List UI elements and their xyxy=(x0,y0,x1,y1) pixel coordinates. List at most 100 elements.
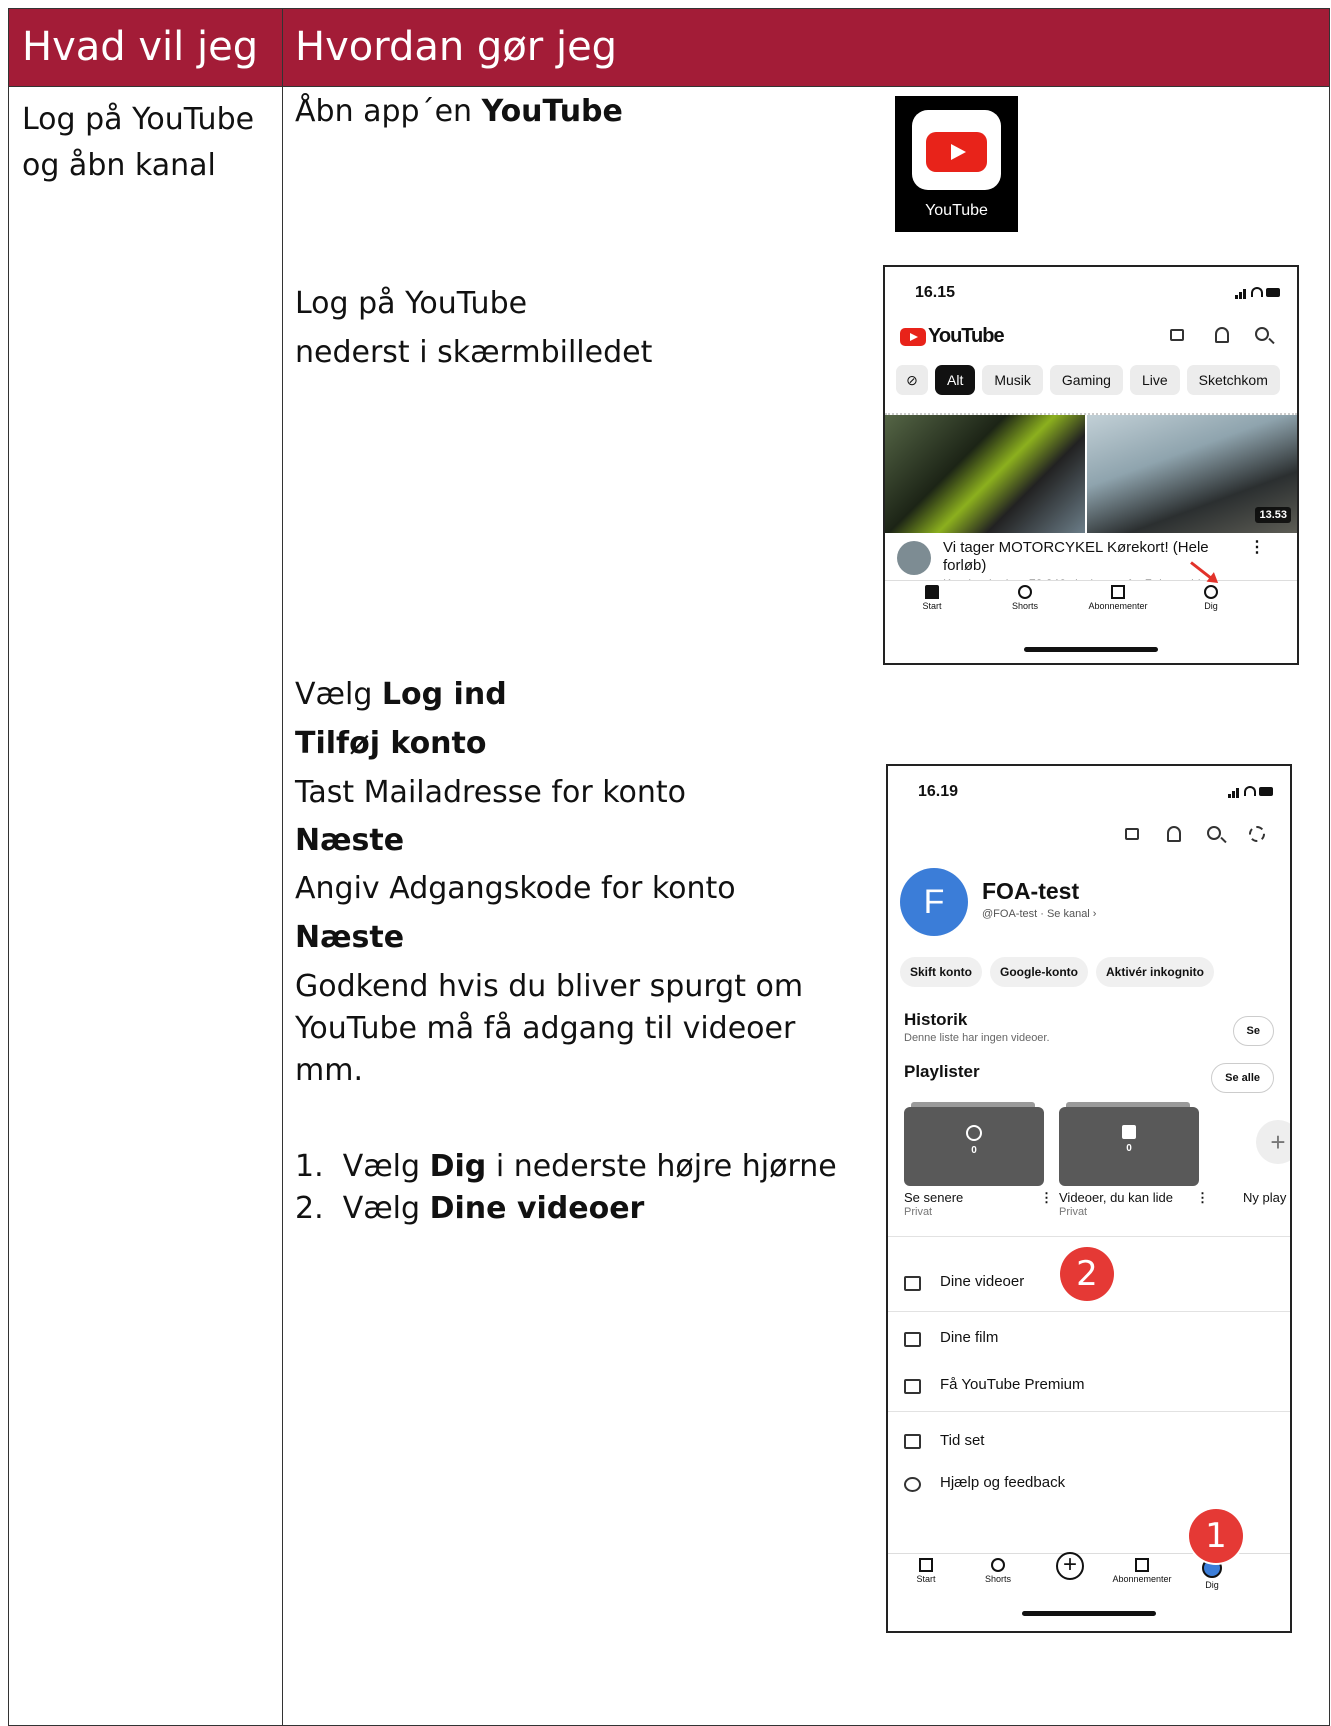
category-chips: ⊘ Alt Musik Gaming Live Sketchkom xyxy=(896,365,1287,395)
account-chips: Skift konto Google-konto Aktivér inkognito xyxy=(900,957,1222,987)
more-options-icon[interactable]: ⋮ xyxy=(1196,1190,1209,1206)
nav-create[interactable] xyxy=(1030,1552,1110,1582)
nav-subscriptions-label: Abonnementer xyxy=(1112,1574,1172,1584)
youtube-logo: YouTube xyxy=(900,325,1005,348)
signal-bar xyxy=(1243,289,1246,299)
chip-live[interactable]: Live xyxy=(1129,365,1180,395)
chip-gaming[interactable]: Gaming xyxy=(1049,365,1123,395)
step-next-2-bold: Næste xyxy=(295,920,405,955)
playlists-title: Playlister xyxy=(904,1062,980,1081)
step-next-2: Næste xyxy=(295,915,404,961)
premium-icon xyxy=(904,1379,921,1394)
new-playlist-label[interactable]: Ny play xyxy=(1243,1190,1286,1205)
cast-icon[interactable] xyxy=(1170,329,1184,341)
nav-dig[interactable]: Dig xyxy=(1171,585,1251,611)
new-playlist-plus-icon[interactable]: + xyxy=(1256,1120,1290,1164)
profile-avatar[interactable]: F xyxy=(900,868,968,936)
divider xyxy=(888,1236,1290,1237)
bell-icon[interactable] xyxy=(1215,327,1229,343)
chip-musik[interactable]: Musik xyxy=(982,365,1043,395)
time-watched-chart-icon xyxy=(904,1434,921,1449)
bell-icon[interactable] xyxy=(1167,826,1181,842)
signal-bar xyxy=(1236,788,1239,798)
list-item-2-number: 2. xyxy=(295,1191,324,1226)
playlist-title: Se senere xyxy=(904,1190,964,1205)
home-icon xyxy=(919,1558,933,1572)
step-enter-password: Angiv Adgangskode for konto xyxy=(295,871,736,906)
nav-shorts[interactable]: Shorts xyxy=(985,585,1065,611)
step-choose-login: Vælg Log ind xyxy=(295,672,507,718)
nav-shorts[interactable]: Shorts xyxy=(958,1558,1038,1584)
divider xyxy=(888,1411,1290,1412)
chip-sketchkom[interactable]: Sketchkom xyxy=(1186,365,1280,395)
video-title[interactable]: Vi tager MOTORCYKEL Kørekort! (Hele forl… xyxy=(943,539,1233,575)
nav-subscriptions-label: Abonnementer xyxy=(1088,601,1148,611)
table-header: Hvad vil jeg Hvordan gør jeg xyxy=(9,9,1329,87)
play-icon xyxy=(926,132,987,172)
step-add-account: Tilføj konto xyxy=(295,721,486,767)
more-options-icon[interactable]: ⋮ xyxy=(1040,1190,1053,1206)
nav-start[interactable]: Start xyxy=(892,585,972,611)
switch-account-button[interactable]: Skift konto xyxy=(900,957,982,987)
divider xyxy=(888,1311,1290,1312)
list-item-2-text: Vælg xyxy=(342,1191,430,1226)
playlist-watch-later[interactable]: 0 xyxy=(904,1107,1044,1186)
playlist-privacy: Privat xyxy=(904,1206,933,1218)
list-item-1-bold: Dig xyxy=(429,1149,487,1184)
subscriptions-icon xyxy=(1111,585,1125,599)
step-approve-2: YouTube må få adgang til videoer xyxy=(295,1011,796,1046)
menu-your-films[interactable]: Dine film xyxy=(940,1329,998,1346)
history-title: Historik xyxy=(904,1010,968,1029)
profile-handle[interactable]: @FOA-test · Se kanal › xyxy=(982,908,1096,920)
step-badge-2: 2 xyxy=(1060,1247,1114,1301)
signal-icon xyxy=(1228,794,1231,798)
search-icon[interactable] xyxy=(1255,327,1269,341)
nav-start[interactable]: Start xyxy=(888,1558,966,1584)
settings-gear-icon[interactable] xyxy=(1249,826,1265,842)
shorts-icon xyxy=(991,1558,1005,1572)
nav-dig-label: Dig xyxy=(1204,601,1218,611)
playlist-liked-videos[interactable]: 0 xyxy=(1059,1107,1199,1186)
cast-icon[interactable] xyxy=(1125,828,1139,840)
task-cell: Log på YouTube og åbn kanal xyxy=(22,97,254,189)
nav-start-label: Start xyxy=(922,601,942,611)
playlist-privacy: Privat xyxy=(1059,1206,1088,1218)
google-account-button[interactable]: Google-konto xyxy=(990,957,1088,987)
film-icon xyxy=(904,1332,921,1347)
search-icon[interactable] xyxy=(1207,826,1221,840)
nav-shorts-label: Shorts xyxy=(1011,601,1038,611)
playlist-count: 0 xyxy=(1126,1143,1132,1154)
menu-time-watched[interactable]: Tid set xyxy=(940,1432,984,1449)
step-open-app: Åbn app´en YouTube xyxy=(295,89,623,135)
status-icons xyxy=(1235,287,1280,299)
step-approve-1: Godkend hvis du bliver spurgt om xyxy=(295,969,804,1004)
list-item-1: 1. Vælg Dig i nederste højre hjørne xyxy=(295,1144,837,1190)
nav-subscriptions[interactable]: Abonnementer xyxy=(1102,1558,1182,1584)
list-item-1-number: 1. xyxy=(295,1149,324,1184)
header-col-how: Hvordan gør jeg xyxy=(295,24,618,70)
menu-get-premium[interactable]: Få YouTube Premium xyxy=(940,1376,1085,1393)
step-login-2: nederst i skærmbilledet xyxy=(295,335,653,370)
menu-your-videos[interactable]: Dine videoer xyxy=(940,1273,1024,1290)
step-login-1: Log på YouTube xyxy=(295,286,528,321)
history-see-button[interactable]: Se xyxy=(1232,1016,1274,1046)
incognito-button[interactable]: Aktivér inkognito xyxy=(1096,957,1215,987)
nav-subscriptions[interactable]: Abonnementer xyxy=(1078,585,1158,611)
battery-icon xyxy=(1259,787,1273,796)
step-next-1-bold: Næste xyxy=(295,823,405,858)
playlists-see-all-button[interactable]: Se alle xyxy=(1211,1063,1274,1093)
task-line-2: og åbn kanal xyxy=(22,148,216,183)
step-next-1: Næste xyxy=(295,818,404,864)
chip-alt[interactable]: Alt xyxy=(935,365,976,395)
video-thumbnail[interactable]: 13.53 xyxy=(885,405,1297,533)
playlist-count: 0 xyxy=(971,1145,977,1156)
nav-dig-label: Dig xyxy=(1205,1580,1219,1590)
wifi-icon xyxy=(1251,287,1263,297)
wifi-icon xyxy=(1244,786,1256,796)
list-item-1-text: Vælg xyxy=(342,1149,430,1184)
channel-avatar[interactable] xyxy=(897,541,931,575)
explore-compass-icon[interactable]: ⊘ xyxy=(896,365,928,395)
list-item-1-rest: i nederste højre hjørne xyxy=(486,1149,837,1184)
more-options-icon[interactable]: ⋮ xyxy=(1249,537,1265,557)
menu-help-feedback[interactable]: Hjælp og feedback xyxy=(940,1474,1065,1491)
